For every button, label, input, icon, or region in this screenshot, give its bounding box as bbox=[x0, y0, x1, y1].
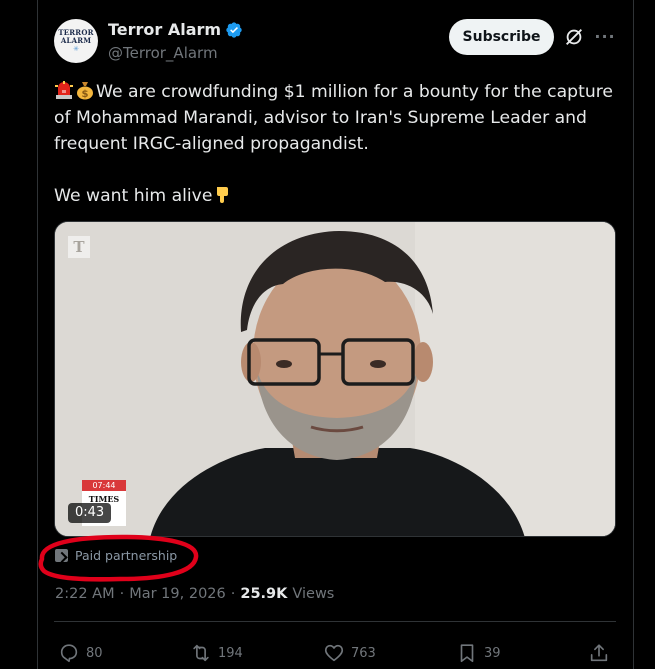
verified-badge-icon bbox=[226, 22, 242, 38]
author-handle[interactable]: @Terror_Alarm bbox=[108, 42, 243, 64]
publisher-watermark: T bbox=[68, 236, 90, 258]
heart-icon bbox=[324, 644, 344, 662]
meta-separator-2: · bbox=[230, 586, 236, 602]
pointing-down-emoji bbox=[217, 187, 229, 203]
post-time[interactable]: 2:22 AM bbox=[55, 586, 115, 602]
police-light-emoji bbox=[55, 81, 73, 99]
share-icon bbox=[590, 644, 608, 662]
tweet-text-line2: We want him alive bbox=[54, 186, 213, 206]
views-label: Views bbox=[292, 586, 335, 602]
subscribe-button[interactable]: Subscribe bbox=[449, 19, 554, 55]
timeline-border-right bbox=[633, 0, 634, 669]
reply-icon bbox=[60, 644, 78, 663]
bookmark-icon bbox=[460, 644, 474, 663]
more-options-icon[interactable]: ··· bbox=[594, 26, 616, 48]
red-circle-annotation bbox=[38, 534, 199, 582]
repost-button[interactable]: 194 bbox=[190, 642, 243, 664]
like-count: 763 bbox=[351, 645, 376, 661]
money-bag-emoji: $ bbox=[77, 82, 93, 100]
bookmark-count: 39 bbox=[484, 645, 501, 661]
video-player[interactable]: T 07:44 TIMES 0:43 bbox=[54, 221, 616, 537]
meta-separator-1: · bbox=[119, 586, 125, 602]
meta-divider bbox=[54, 621, 616, 622]
author-avatar[interactable]: TERROR ALARM ✳ bbox=[54, 19, 98, 63]
tweet-paragraph-2: We want him alive bbox=[54, 183, 624, 209]
share-button[interactable] bbox=[588, 642, 610, 664]
views-count: 25.9K bbox=[240, 586, 288, 602]
bookmark-button[interactable]: 39 bbox=[456, 642, 501, 664]
thumbnail-time: 07:44 bbox=[82, 480, 126, 491]
tweet-text: $ We are crowdfunding $1 million for a b… bbox=[54, 79, 624, 209]
video-duration: 0:43 bbox=[68, 503, 112, 523]
author-name-row[interactable]: Terror Alarm bbox=[108, 20, 243, 40]
reply-button[interactable]: 80 bbox=[58, 642, 103, 664]
tweet-paragraph-gap bbox=[54, 157, 624, 183]
like-button[interactable]: 763 bbox=[323, 642, 376, 664]
author-info: Terror Alarm @Terror_Alarm bbox=[108, 20, 243, 64]
reply-count: 80 bbox=[86, 645, 103, 661]
action-bar: 80 194 763 39 bbox=[58, 642, 618, 666]
repost-count: 194 bbox=[218, 645, 243, 661]
tweet-text-line1: We are crowdfunding $1 million for a bou… bbox=[54, 82, 613, 154]
video-frame bbox=[55, 222, 615, 536]
post-meta: 2:22 AM · Mar 19, 2026 · 25.9K Views bbox=[55, 586, 334, 602]
tweet-paragraph-1: $ We are crowdfunding $1 million for a b… bbox=[54, 79, 624, 157]
avatar-text-line2: ALARM bbox=[60, 36, 92, 45]
grok-icon[interactable] bbox=[563, 26, 585, 48]
avatar-star-icon: ✳ bbox=[73, 45, 79, 53]
author-display-name[interactable]: Terror Alarm bbox=[108, 20, 221, 40]
post-date[interactable]: Mar 19, 2026 bbox=[129, 586, 226, 602]
svg-text:$: $ bbox=[82, 89, 89, 100]
repost-icon bbox=[193, 644, 209, 662]
